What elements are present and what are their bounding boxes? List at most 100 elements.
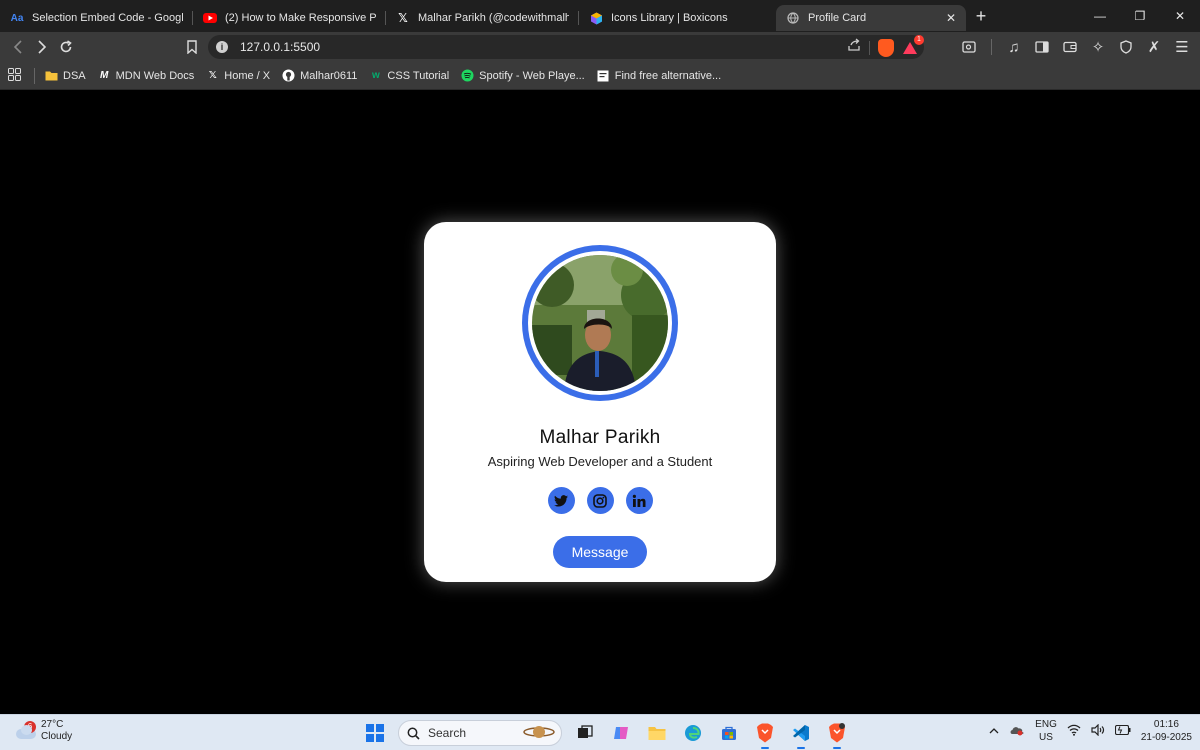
browser-toolbar: i 127.0.0.1:5500 1 ♫ ✧ ✗ ☰ (0, 32, 1200, 62)
language-indicator[interactable]: ENG US (1035, 718, 1057, 744)
leo-ai-icon[interactable]: ✧ (1086, 35, 1110, 59)
taskbar-apps: Search (362, 719, 850, 749)
tab-title: Selection Embed Code - Google Font (32, 12, 183, 24)
volume-icon[interactable] (1091, 723, 1105, 739)
folder-icon (45, 69, 58, 82)
close-tab-icon[interactable]: ✕ (946, 11, 956, 25)
start-button[interactable] (362, 720, 388, 746)
omnibox-actions: 1 (847, 34, 924, 57)
twitter-icon[interactable] (547, 487, 575, 514)
divider (991, 39, 992, 55)
weather-alert-badge: 6 (24, 721, 36, 733)
edge-icon[interactable] (680, 720, 706, 746)
extensions-icon[interactable]: ✗ (1142, 35, 1166, 59)
tab-title: (2) How to Make Responsive Profile C (225, 12, 376, 24)
back-icon[interactable] (6, 35, 30, 59)
restore-icon[interactable]: ❐ (1120, 0, 1160, 32)
weather-widget[interactable]: 6 27°C Cloudy (14, 719, 72, 743)
wifi-icon[interactable] (1067, 724, 1081, 739)
task-view-icon[interactable] (572, 720, 598, 746)
tab-title: Icons Library | Boxicons (611, 12, 728, 24)
bookmark-alternatives[interactable]: Find free alternative... (597, 69, 721, 82)
minimize-icon[interactable]: — (1080, 0, 1120, 32)
bookmark-label: Find free alternative... (614, 69, 722, 82)
bookmark-css-tutorial[interactable]: w CSS Tutorial (369, 69, 449, 82)
menu-icon[interactable]: ☰ (1170, 35, 1194, 59)
brave-shields-icon[interactable] (878, 38, 894, 57)
sidebar-icon[interactable] (1030, 35, 1054, 59)
file-explorer-icon[interactable] (644, 720, 670, 746)
toolbar-extensions: ♫ ✧ ✗ ☰ (957, 35, 1194, 59)
github-icon (282, 69, 295, 82)
address-bar[interactable]: i 127.0.0.1:5500 1 (208, 34, 924, 59)
search-icon (407, 727, 420, 740)
copilot-icon[interactable] (608, 720, 634, 746)
region-code: US (1039, 732, 1053, 743)
bookmark-label: Home / X (224, 69, 271, 82)
bookmark-dsa[interactable]: DSA (45, 69, 86, 82)
language-code: ENG (1035, 719, 1057, 730)
chevron-up-icon[interactable] (989, 726, 999, 737)
bookmark-home-x[interactable]: 𝕏 Home / X (206, 69, 270, 82)
social-links (547, 487, 653, 514)
site-info-icon[interactable]: i (216, 41, 228, 53)
bookmark-mdn[interactable]: M MDN Web Docs (98, 69, 195, 82)
clock[interactable]: 01:16 21-09-2025 (1141, 718, 1192, 744)
google-fonts-icon: Aa (10, 12, 24, 24)
bookmark-label: CSS Tutorial (387, 69, 450, 82)
bookmark-github[interactable]: Malhar0611 (282, 69, 357, 82)
bookmark-spotify[interactable]: Spotify - Web Playe... (461, 69, 585, 82)
forward-icon[interactable] (30, 35, 54, 59)
url-text: 127.0.0.1:5500 (240, 40, 321, 54)
weather-condition: Cloudy (41, 731, 73, 742)
x-icon: 𝕏 (208, 70, 217, 81)
tab-strip: Aa Selection Embed Code - Google Font (2… (0, 0, 1200, 32)
windows-taskbar: 6 27°C Cloudy Search ENG US 01:16 21-09-… (0, 714, 1200, 750)
tab-profile-card[interactable]: Profile Card ✕ (776, 5, 966, 31)
wallet-icon[interactable] (1058, 35, 1082, 59)
page-icon (597, 69, 610, 82)
message-button[interactable]: Message (553, 536, 647, 568)
tab-x-profile[interactable]: 𝕏 Malhar Parikh (@codewithmalhar) / X (386, 5, 579, 31)
tab-boxicons[interactable]: Icons Library | Boxicons (579, 5, 772, 31)
new-tab-button[interactable]: + (966, 6, 996, 27)
vpn-icon[interactable] (1114, 35, 1138, 59)
reload-icon[interactable] (54, 35, 78, 59)
w3schools-icon: w (372, 70, 380, 81)
windows-icon (366, 724, 384, 742)
leo-search-icon[interactable] (957, 35, 981, 59)
instagram-icon[interactable] (586, 487, 614, 514)
x-icon: 𝕏 (398, 11, 408, 25)
share-icon[interactable] (847, 38, 861, 57)
search-label: Search (428, 726, 467, 740)
close-window-icon[interactable]: ✕ (1160, 0, 1200, 32)
apps-grid-icon[interactable] (8, 67, 28, 84)
mdn-icon: M (99, 70, 109, 81)
cloud-icon: 6 (14, 721, 36, 739)
search-highlight-icon (523, 724, 555, 743)
avatar (532, 255, 668, 391)
profile-name: Malhar Parikh (539, 427, 661, 448)
linkedin-icon[interactable] (625, 487, 653, 514)
divider (34, 67, 35, 84)
bookmark-icon[interactable] (180, 35, 204, 59)
tab-title: Profile Card (808, 12, 867, 24)
profile-role: Aspiring Web Developer and a Student (487, 454, 713, 469)
tab-google-fonts[interactable]: Aa Selection Embed Code - Google Font (0, 5, 193, 31)
onedrive-icon[interactable] (1009, 724, 1025, 739)
avatar-ring (522, 245, 678, 401)
brave-nightly-icon[interactable] (824, 720, 850, 749)
bookmark-label: Spotify - Web Playe... (479, 69, 585, 82)
brave-rewards-icon[interactable]: 1 (902, 34, 924, 56)
taskbar-search[interactable]: Search (398, 720, 562, 746)
spotify-icon (461, 69, 474, 82)
brave-browser-icon[interactable] (752, 720, 778, 749)
battery-icon[interactable] (1114, 724, 1131, 738)
music-icon[interactable]: ♫ (1002, 35, 1026, 59)
bookmark-label: MDN Web Docs (115, 69, 195, 82)
tab-youtube[interactable]: (2) How to Make Responsive Profile C (193, 5, 386, 31)
vscode-icon[interactable] (788, 720, 814, 749)
store-icon[interactable] (716, 720, 742, 746)
notification-badge: 1 (914, 34, 924, 45)
page-viewport: Malhar Parikh Aspiring Web Developer and… (0, 90, 1200, 714)
